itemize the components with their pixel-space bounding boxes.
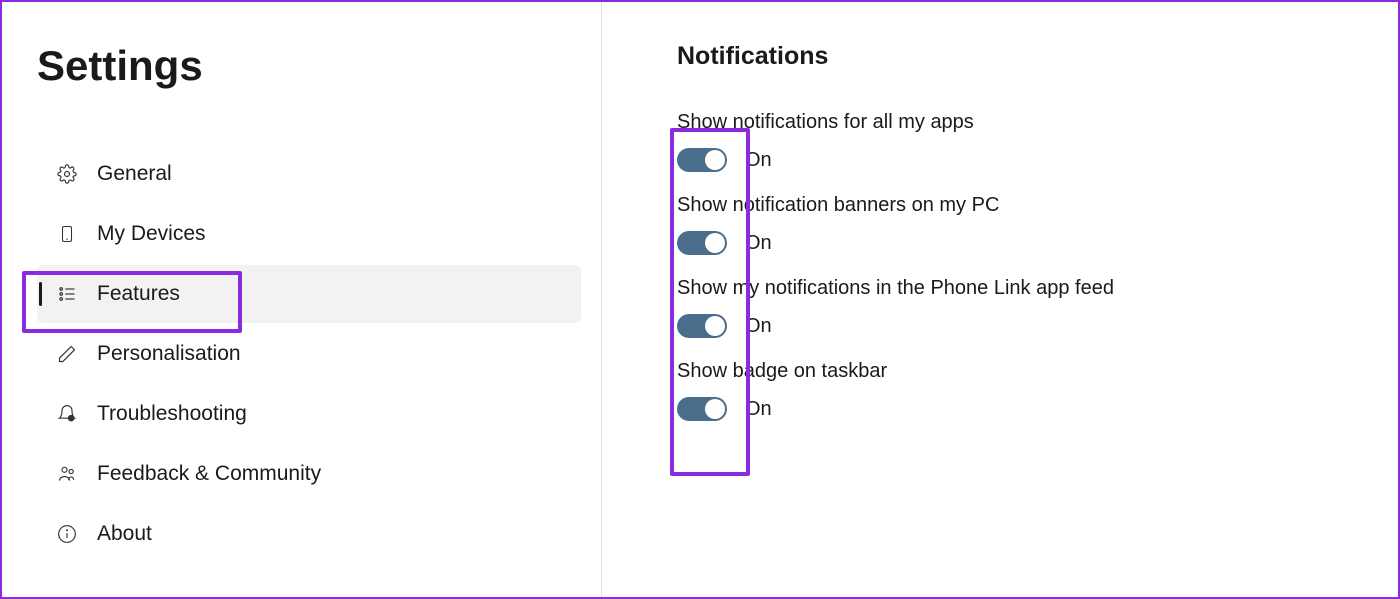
setting-label: Show my notifications in the Phone Link …	[677, 277, 1358, 300]
sidebar-item-label: Personalisation	[97, 342, 241, 366]
setting-banners-pc: Show notification banners on my PC On	[677, 194, 1358, 255]
setting-label: Show badge on taskbar	[677, 360, 1358, 383]
features-icon	[57, 284, 77, 304]
nav-list: General My Devices Features Personalisat…	[37, 145, 581, 563]
sidebar-item-label: General	[97, 162, 172, 186]
sidebar-item-feedback[interactable]: Feedback & Community	[37, 445, 581, 503]
toggle-state-label: On	[745, 398, 772, 421]
toggle-banners-pc[interactable]	[677, 231, 727, 255]
toggle-state-label: On	[745, 149, 772, 172]
sidebar-item-label: Troubleshooting	[97, 402, 247, 426]
toggle-state-label: On	[745, 232, 772, 255]
sidebar-item-about[interactable]: About	[37, 505, 581, 563]
sidebar: Settings General My Devices Features	[2, 2, 602, 597]
phone-icon	[57, 224, 77, 244]
sidebar-item-my-devices[interactable]: My Devices	[37, 205, 581, 263]
setting-show-all-apps: Show notifications for all my apps On	[677, 111, 1358, 172]
page-title: Settings	[37, 42, 581, 90]
setting-taskbar-badge: Show badge on taskbar On	[677, 360, 1358, 421]
pen-icon	[57, 344, 77, 364]
sidebar-item-features[interactable]: Features	[37, 265, 581, 323]
info-icon	[57, 524, 77, 544]
setting-phone-link-feed: Show my notifications in the Phone Link …	[677, 277, 1358, 338]
gear-icon	[57, 164, 77, 184]
toggle-show-all-apps[interactable]	[677, 148, 727, 172]
sidebar-item-label: Features	[97, 282, 180, 306]
toggle-phone-link-feed[interactable]	[677, 314, 727, 338]
content-panel: Notifications Show notifications for all…	[602, 2, 1398, 597]
troubleshoot-icon: ?	[57, 404, 77, 424]
sidebar-item-label: Feedback & Community	[97, 462, 321, 486]
sidebar-item-label: My Devices	[97, 222, 206, 246]
setting-label: Show notifications for all my apps	[677, 111, 1358, 134]
sidebar-item-general[interactable]: General	[37, 145, 581, 203]
section-title: Notifications	[677, 42, 1358, 71]
setting-label: Show notification banners on my PC	[677, 194, 1358, 217]
community-icon	[57, 464, 77, 484]
sidebar-item-label: About	[97, 522, 152, 546]
toggle-taskbar-badge[interactable]	[677, 397, 727, 421]
toggle-state-label: On	[745, 315, 772, 338]
sidebar-item-troubleshooting[interactable]: ? Troubleshooting	[37, 385, 581, 443]
sidebar-item-personalisation[interactable]: Personalisation	[37, 325, 581, 383]
